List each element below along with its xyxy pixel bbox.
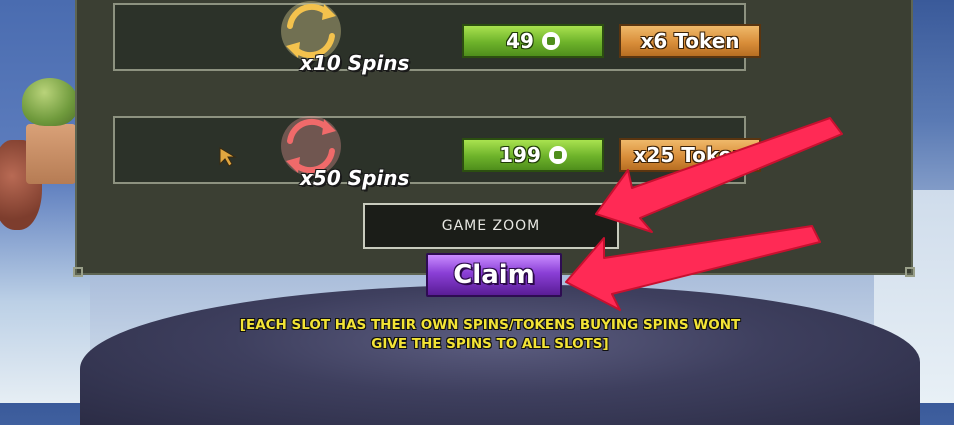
red-arrow-icon <box>565 225 821 311</box>
annotation-arrows <box>565 117 843 311</box>
red-arrow-icon <box>595 117 843 233</box>
